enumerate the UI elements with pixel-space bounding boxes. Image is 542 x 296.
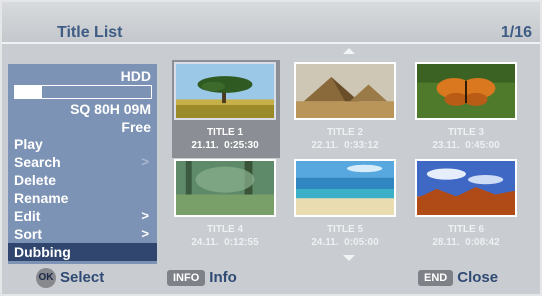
free-label: Free xyxy=(121,119,151,135)
menu-item-label: Search xyxy=(14,154,61,170)
thumbnail-image xyxy=(296,64,394,118)
title-caption-3: TITLE 3 23.11. 0:45:00 xyxy=(406,126,526,152)
ok-key-icon: OK xyxy=(36,268,56,288)
title-name: TITLE 4 xyxy=(206,224,244,235)
title-datetime: 28.11. 0:08:42 xyxy=(432,237,500,248)
scroll-up-icon[interactable] xyxy=(343,48,355,54)
disk-usage-bar xyxy=(14,85,152,99)
close-hint[interactable]: END Close xyxy=(418,268,498,288)
title-datetime: 23.11. 0:45:00 xyxy=(432,140,500,151)
title-name: TITLE 6 xyxy=(447,224,485,235)
title-thumbnail-1[interactable] xyxy=(174,62,276,120)
menu-item-label: Delete xyxy=(14,172,57,188)
title-name: TITLE 5 xyxy=(326,224,364,235)
title-caption-6: TITLE 6 28.11. 0:08:42 xyxy=(406,223,526,249)
title-datetime: 21.11. 0:25:30 xyxy=(191,140,259,151)
menu-item-label: Dubbing xyxy=(14,244,71,260)
menu-item-label: Edit xyxy=(14,208,41,224)
menu-item-delete[interactable]: Delete xyxy=(8,171,157,189)
thumbnail-image xyxy=(296,161,394,215)
title-caption-4: TITLE 4 24.11. 0:12:55 xyxy=(165,223,285,249)
title-name: TITLE 1 xyxy=(206,127,244,138)
title-thumbnail-6[interactable] xyxy=(415,159,517,217)
menu-item-sort[interactable]: Sort > xyxy=(8,225,157,243)
menu-item-edit[interactable]: Edit > xyxy=(8,207,157,225)
options-menu: HDD SQ 80H 09M Free Play Search > Delete Ren… xyxy=(8,64,157,264)
info-key-icon: INFO xyxy=(167,270,206,286)
remaining-space: SQ 80H 09M xyxy=(70,101,151,117)
info-hint[interactable]: INFO Info xyxy=(167,268,237,288)
menu-list: Play Search > Delete Rename Edit > Sort > Dubbing xyxy=(8,135,157,261)
header-divider xyxy=(2,42,540,44)
menu-item-label: Rename xyxy=(14,190,69,206)
title-thumbnail-3[interactable] xyxy=(415,62,517,120)
title-caption-1: TITLE 1 21.11. 0:25:30 xyxy=(165,126,285,152)
title-thumbnail-4[interactable] xyxy=(174,159,276,217)
thumbnail-image xyxy=(417,161,515,215)
disk-usage-fill xyxy=(15,86,43,98)
title-caption-2: TITLE 2 22.11. 0:33:12 xyxy=(285,126,405,152)
title-name: TITLE 2 xyxy=(326,127,364,138)
end-key-icon: END xyxy=(418,270,454,286)
title-thumbnail-5[interactable] xyxy=(294,159,396,217)
title-list-screen: Title List 1/16 HDD SQ 80H 09M Free Play… xyxy=(0,0,542,296)
title-thumbnail-2[interactable] xyxy=(294,62,396,120)
submenu-arrow-icon: > xyxy=(141,226,149,241)
info-label: Info xyxy=(209,269,237,286)
title-datetime: 22.11. 0:33:12 xyxy=(311,140,379,151)
submenu-arrow-icon: > xyxy=(141,208,149,223)
menu-item-label: Sort xyxy=(14,226,42,242)
page-counter: 1/16 xyxy=(500,24,532,41)
menu-item-rename[interactable]: Rename xyxy=(8,189,157,207)
thumbnail-image xyxy=(176,64,274,118)
title-caption-5: TITLE 5 24.11. 0:05:00 xyxy=(285,223,405,249)
close-label: Close xyxy=(457,269,499,286)
thumbnail-image xyxy=(417,64,515,118)
scroll-down-icon[interactable] xyxy=(343,255,355,261)
select-hint[interactable]: OK Select xyxy=(36,268,104,288)
submenu-arrow-icon: > xyxy=(141,154,149,169)
title-name: TITLE 3 xyxy=(447,127,485,138)
title-datetime: 24.11. 0:12:55 xyxy=(191,237,259,248)
thumbnail-image xyxy=(176,161,274,215)
title-datetime: 24.11. 0:05:00 xyxy=(311,237,379,248)
select-label: Select xyxy=(60,269,105,286)
media-label: HDD xyxy=(120,68,151,84)
menu-item-search[interactable]: Search > xyxy=(8,153,157,171)
header-bar: Title List 1/16 xyxy=(2,2,540,42)
menu-item-dubbing[interactable]: Dubbing xyxy=(8,243,157,261)
menu-item-label: Play xyxy=(14,136,43,152)
page-title: Title List xyxy=(57,24,123,41)
menu-item-play[interactable]: Play xyxy=(8,135,157,153)
